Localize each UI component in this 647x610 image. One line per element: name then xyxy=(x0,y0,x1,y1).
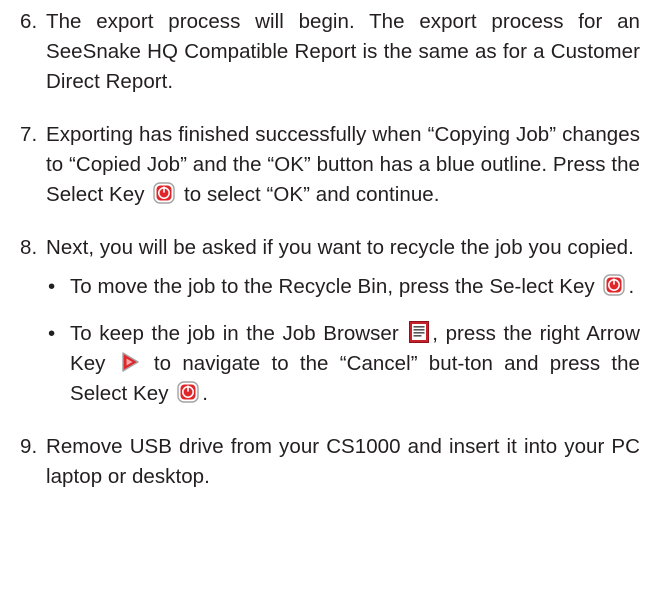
select-key-icon xyxy=(603,274,626,296)
sub-step-text-end: . xyxy=(202,382,208,405)
right-arrow-key-icon xyxy=(120,351,140,373)
sub-step-text: To keep the job in the Job Browser xyxy=(70,322,399,345)
step-text: Next, you will be asked if you want to r… xyxy=(46,236,634,259)
sub-steps: • To move the job to the Recycle Bin, pr… xyxy=(46,272,640,409)
step-6: 6. The export process will begin. The ex… xyxy=(20,7,640,97)
sub-step-text-end: . xyxy=(628,275,635,298)
bullet: • xyxy=(48,322,56,345)
step-7: 7. Exporting has finished successfully w… xyxy=(20,120,640,210)
instruction-steps: 6. The export process will begin. The ex… xyxy=(20,7,640,515)
step-9: 9. Remove USB drive from your CS1000 and… xyxy=(20,432,640,492)
sub-step-text-cont: to navigate to the “Cancel” but-ton and … xyxy=(70,352,640,405)
step-text: Remove USB drive from your CS1000 and in… xyxy=(46,435,640,488)
step-number: 9. xyxy=(20,435,38,458)
bullet: • xyxy=(48,275,56,298)
job-browser-icon xyxy=(409,321,430,343)
step-number: 6. xyxy=(20,10,38,33)
sub-step-keep: • To keep the job in the Job Browser , p… xyxy=(46,319,640,409)
manual-page: 6. The export process will begin. The ex… xyxy=(0,0,647,610)
step-8: 8. Next, you will be asked if you want t… xyxy=(20,233,640,409)
sub-step-recycle: • To move the job to the Recycle Bin, pr… xyxy=(46,272,640,302)
step-number: 8. xyxy=(20,236,38,259)
sub-step-text: To move the job to the Recycle Bin, pres… xyxy=(70,275,595,298)
step-number: 7. xyxy=(20,123,38,146)
step-text: The export process will begin. The expor… xyxy=(46,10,640,93)
step-text-continued: to select “OK” and continue. xyxy=(184,183,440,206)
select-key-icon xyxy=(153,182,175,204)
select-key-icon xyxy=(177,381,199,403)
